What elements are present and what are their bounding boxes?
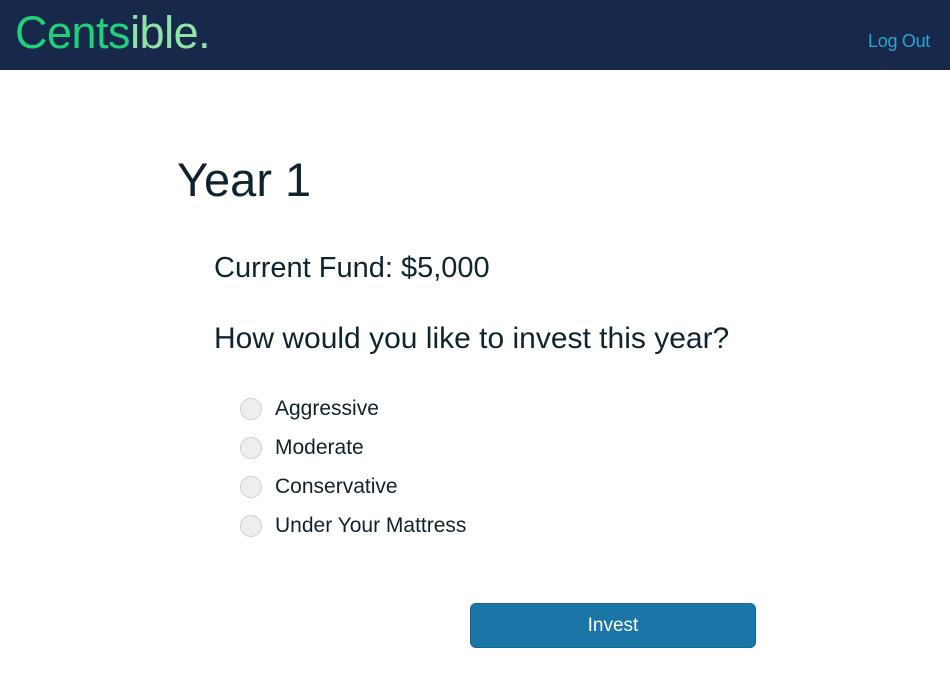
option-conservative[interactable]: Conservative (240, 467, 466, 506)
radio-moderate[interactable] (240, 436, 262, 459)
logo-text-secondary: ible. (130, 7, 211, 58)
option-label: Conservative (275, 474, 398, 498)
invest-button[interactable]: Invest (470, 603, 756, 648)
navbar: Centsible. Log Out (0, 0, 950, 70)
option-under-mattress[interactable]: Under Your Mattress (240, 506, 466, 545)
page-title: Year 1 (177, 153, 312, 206)
logout-link[interactable]: Log Out (868, 31, 930, 52)
logo-text-primary: Cents (15, 7, 131, 58)
investment-options: Aggressive Moderate Conservative Under Y… (240, 389, 466, 545)
option-label: Moderate (275, 435, 364, 459)
option-label: Under Your Mattress (275, 513, 467, 537)
option-aggressive[interactable]: Aggressive (240, 389, 466, 428)
investment-question: How would you like to invest this year? (214, 322, 730, 355)
radio-under-mattress[interactable] (240, 514, 262, 537)
radio-conservative[interactable] (240, 475, 262, 498)
option-moderate[interactable]: Moderate (240, 428, 466, 467)
current-fund-text: Current Fund: $5,000 (214, 252, 490, 284)
brand-logo[interactable]: Centsible. (15, 5, 211, 61)
radio-aggressive[interactable] (240, 397, 262, 420)
option-label: Aggressive (275, 396, 379, 420)
